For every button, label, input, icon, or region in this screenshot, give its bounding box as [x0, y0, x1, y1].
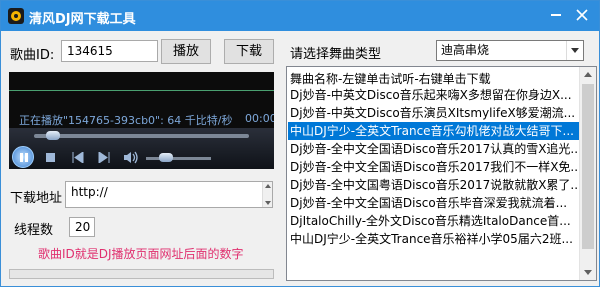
- stop-icon[interactable]: [46, 153, 55, 162]
- media-player[interactable]: 正在播放"154765-393cb0": 64 千比特/秒 00:00: [9, 72, 274, 169]
- dance-type-value: 迪高串烧: [441, 43, 490, 57]
- scroll-thumb[interactable]: [582, 84, 594, 249]
- app-window: 清风DJ网下载工具 歌曲ID: 134615 播放 下载 请选择舞曲类型 迪高串…: [0, 0, 600, 287]
- scroll-up-icon[interactable]: [584, 72, 592, 77]
- song-list-item[interactable]: Dj妙音-全中文国粤语Disco音乐2017说散就散X累了...: [288, 176, 579, 194]
- download-button[interactable]: 下载: [224, 39, 274, 64]
- song-list-scrollbar[interactable]: [579, 67, 596, 280]
- scroll-down-icon[interactable]: [584, 270, 592, 275]
- hint-text: 歌曲ID就是DJ播放页面网址后面的数字: [38, 247, 244, 261]
- song-list-item[interactable]: Dj妙音-中英文Disco音乐起来嗨X多想留在你身边X...: [288, 86, 579, 104]
- song-id-label: 歌曲ID:: [10, 48, 55, 63]
- now-playing-status: 正在播放"154765-393cb0": 64 千比特/秒: [19, 114, 233, 127]
- seek-bar[interactable]: [34, 134, 249, 138]
- download-progress-bar: [9, 269, 274, 279]
- next-track-icon[interactable]: [98, 152, 110, 163]
- volume-thumb[interactable]: [159, 153, 174, 162]
- song-list-item[interactable]: Dj妙音-全中文全国语Disco音乐毕音深爱我就流着...: [288, 194, 579, 212]
- textarea-scrollbar[interactable]: [262, 182, 272, 207]
- download-address-label: 下载地址: [10, 191, 63, 206]
- chevron-down-icon[interactable]: [566, 41, 583, 60]
- pause-icon[interactable]: [12, 146, 34, 168]
- volume-icon[interactable]: [123, 151, 139, 164]
- dance-type-label: 请选择舞曲类型: [290, 47, 382, 62]
- download-address-field[interactable]: http://: [65, 181, 273, 208]
- previous-track-icon[interactable]: [72, 152, 84, 163]
- song-list[interactable]: 舞曲名称-左键单击试听-右键单击下载 Dj妙音-中英文Disco音乐起来嗨X多想…: [286, 66, 597, 281]
- play-button[interactable]: 播放: [161, 39, 211, 64]
- song-list-item[interactable]: DjItaloChilly-全外文Disco音乐精选ItaloDance首...: [288, 212, 579, 230]
- threads-label: 线程数: [14, 223, 54, 238]
- song-list-item[interactable]: Dj妙音-中英文Disco音乐演员XItsmylifeX够爱潮流...: [288, 104, 579, 122]
- song-list-header: 舞曲名称-左键单击试听-右键单击下载: [290, 72, 491, 86]
- song-list-item[interactable]: Dj妙音-全中文全国语Disco音乐2017我们不一样X免...: [288, 158, 579, 176]
- close-icon: [576, 9, 588, 21]
- minimize-icon: [551, 14, 561, 16]
- play-time: 00:00: [245, 112, 274, 125]
- song-list-item[interactable]: Dj妙音-全中文全国语Disco音乐2017认真的雪X追光...: [288, 140, 579, 158]
- waveform-line: [9, 90, 274, 91]
- player-controls: [9, 128, 274, 169]
- song-list-item[interactable]: 中山DJ宁少-全英文Trance音乐勾机佬对战大结哥下...: [288, 122, 579, 140]
- song-list-rows: Dj妙音-中英文Disco音乐起来嗨X多想留在你身边X... Dj妙音-中英文Di…: [288, 86, 579, 248]
- song-id-input[interactable]: 134615: [61, 40, 158, 62]
- song-list-item[interactable]: 中山DJ宁少-全英文Trance音乐裕祥小学05届六2班...: [288, 230, 579, 248]
- download-address-value: http://: [71, 185, 108, 199]
- app-logo-icon: [8, 8, 24, 24]
- volume-slider[interactable]: [146, 157, 211, 160]
- dance-type-select[interactable]: 迪高串烧: [436, 40, 584, 61]
- title-bar[interactable]: 清风DJ网下载工具: [1, 1, 599, 31]
- minimize-button[interactable]: [545, 4, 567, 26]
- threads-input[interactable]: 20: [69, 217, 95, 237]
- window-title: 清风DJ网下载工具: [29, 12, 136, 27]
- close-button[interactable]: [571, 4, 593, 26]
- seek-thumb[interactable]: [45, 131, 60, 140]
